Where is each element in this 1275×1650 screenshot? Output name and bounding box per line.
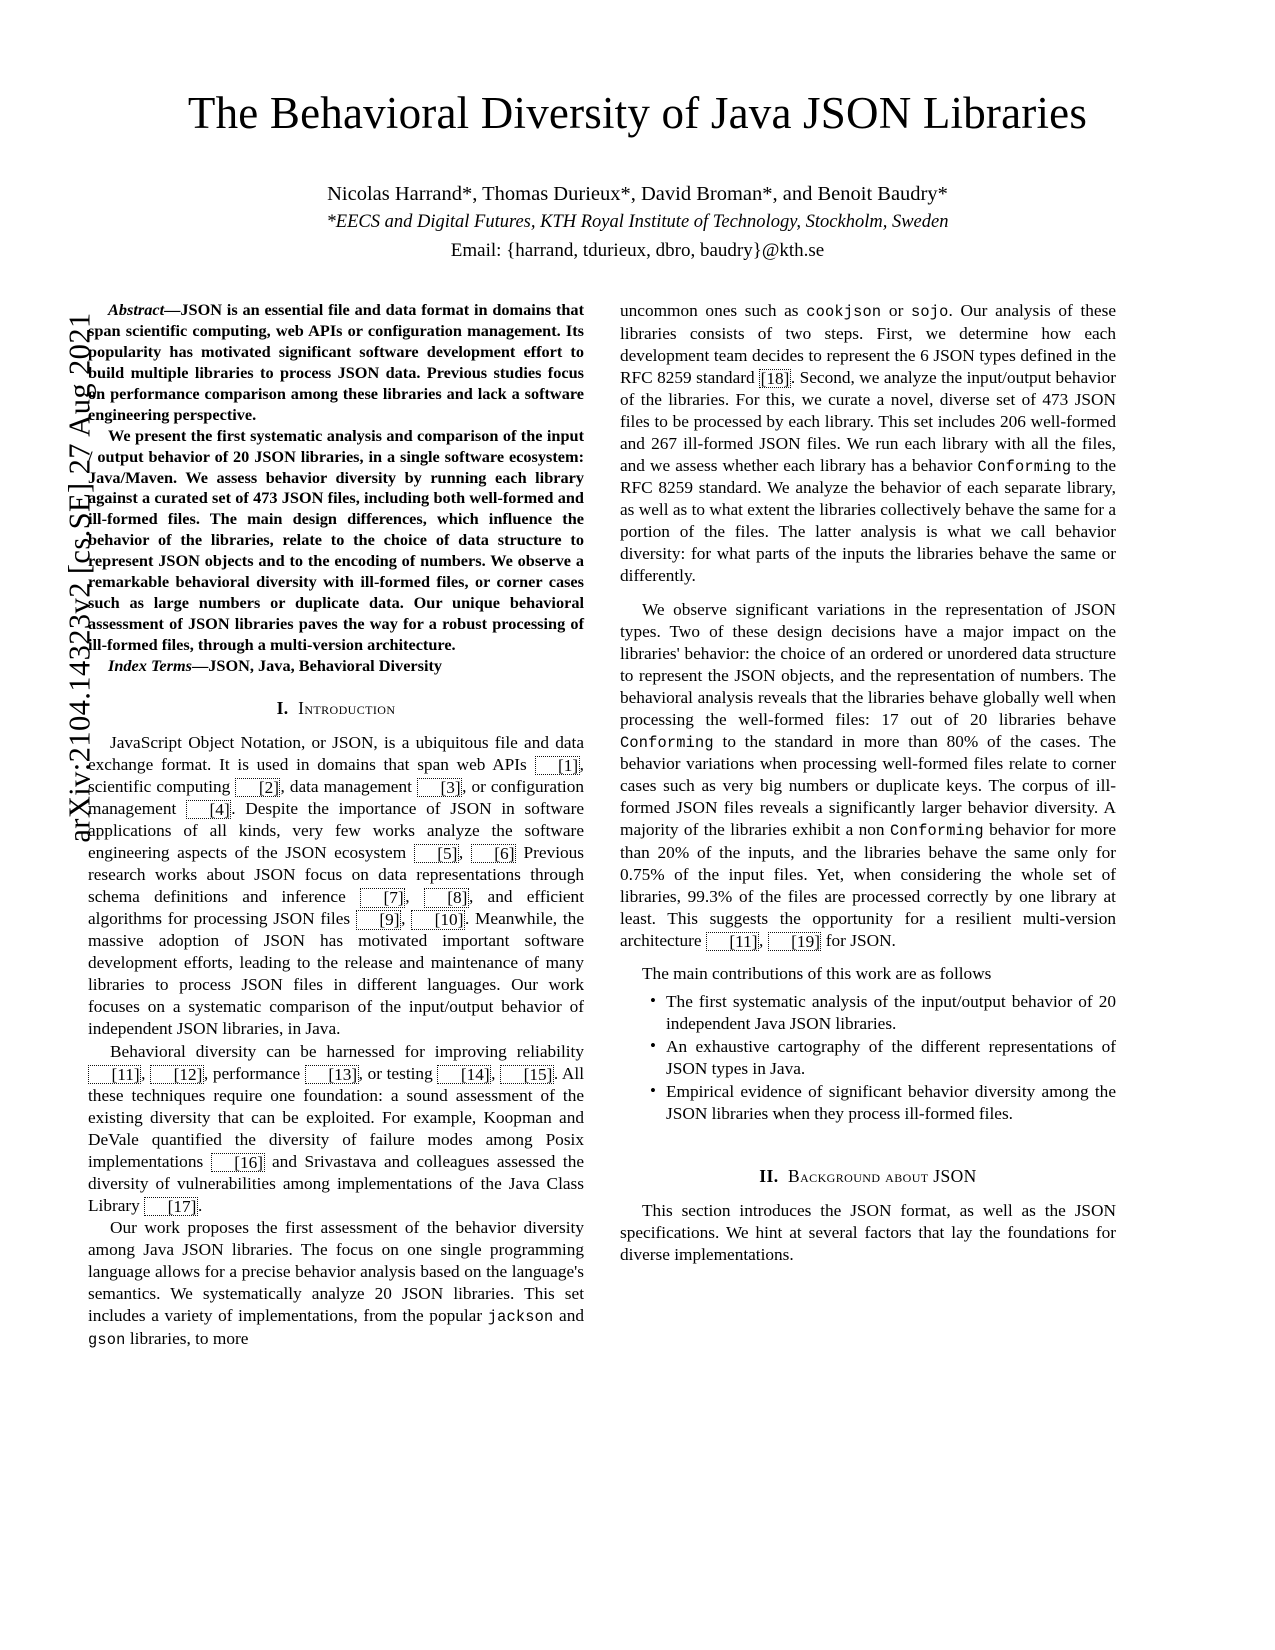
bullet-icon: •	[650, 1036, 656, 1056]
author-list: Nicolas Harrand*, Thomas Durieux*, David…	[327, 182, 948, 205]
section-title: Introduction	[298, 697, 396, 718]
text-run: ,	[458, 843, 471, 863]
title-block: The Behavioral Diversity of Java JSON Li…	[0, 0, 1275, 266]
citation-11[interactable]: [11]	[88, 1064, 142, 1084]
text-run: and	[553, 1306, 584, 1326]
index-terms-text: JSON, Java, Behavioral Diversity	[208, 655, 443, 675]
email-line: Email: {harrand, tdurieux, dbro, baudry}…	[450, 240, 825, 262]
background-paragraph-1: This section introduces the JSON format,…	[620, 1200, 1116, 1264]
text-run: . Meanwhile, the massive adoption of JSO…	[88, 909, 584, 1039]
intro-paragraph-3: Our work proposes the first assessment o…	[88, 1217, 584, 1350]
list-item: • Empirical evidence of significant behav…	[650, 1081, 1116, 1125]
library-name-jackson: jackson	[487, 1308, 554, 1327]
text-run: , data management	[280, 776, 417, 796]
two-column-body: Abstract—JSON is an essential file and d…	[0, 300, 1275, 1350]
citation-17[interactable]: [17]	[144, 1196, 198, 1217]
text-run: , performance	[203, 1063, 305, 1083]
library-name-cookjson: cookjson	[806, 303, 882, 321]
citation-18[interactable]: [18]	[759, 368, 791, 388]
citation-2[interactable]: [2]	[235, 777, 281, 798]
bullet-icon: •	[650, 991, 656, 1011]
text-run: ,	[401, 909, 412, 929]
text-run: libraries, to more	[125, 1328, 249, 1348]
list-item-label: The first systematic analysis of the inp…	[666, 992, 1116, 1034]
text-run: ,	[491, 1063, 501, 1083]
text-run: We observe significant variations in the…	[620, 599, 1116, 729]
behavior-conforming: Conforming	[889, 822, 984, 841]
paper-page: The Behavioral Diversity of Java JSON Li…	[0, 0, 1275, 1349]
list-item-label: Empirical evidence of significant behavi…	[666, 1082, 1116, 1124]
library-name-gson: gson	[88, 1330, 126, 1349]
library-name-sojo: sojo	[911, 303, 949, 321]
text-run: ,	[141, 1063, 151, 1083]
section-heading-background: II. Background about JSON	[620, 1166, 1116, 1187]
behavior-conforming: Conforming	[977, 457, 1072, 476]
citation-3[interactable]: [3]	[416, 777, 463, 798]
citation-15[interactable]: [15]	[500, 1064, 554, 1084]
affiliation: *EECS and Digital Futures, KTH Royal Ins…	[326, 212, 949, 233]
abstract-paragraph-2: We present the first systematic analysis…	[88, 425, 584, 654]
text-run: JavaScript Object Notation, or JSON, is …	[88, 732, 584, 774]
text-run: uncommon ones such as	[620, 301, 807, 320]
section-numeral: I.	[276, 697, 289, 718]
contributions-list: • The first systematic analysis of the in…	[620, 991, 1116, 1125]
citation-5[interactable]: [5]	[413, 844, 459, 864]
citation-7[interactable]: [7]	[360, 888, 406, 908]
text-run: for JSON.	[821, 931, 896, 951]
text-run: ,	[405, 887, 424, 907]
citation-16[interactable]: [16]	[210, 1152, 265, 1173]
section-title: Background about JSON	[788, 1165, 977, 1186]
abstract-dash: —	[164, 300, 181, 319]
right-column: uncommon ones such as cookjson or sojo. …	[620, 300, 1116, 1350]
index-terms-paragraph: Index Terms—JSON, Java, Behavioral Diver…	[88, 656, 584, 677]
text-run: , or testing	[358, 1063, 438, 1083]
citation-8[interactable]: [8]	[423, 888, 469, 908]
behavior-conforming: Conforming	[620, 733, 714, 752]
intro-paragraph-3-continued: uncommon ones such as cookjson or sojo. …	[620, 300, 1116, 588]
index-terms-label: Index Terms	[108, 655, 192, 675]
citation-19[interactable]: [19]	[767, 932, 822, 952]
citation-10[interactable]: [10]	[411, 910, 465, 930]
citation-14[interactable]: [14]	[437, 1064, 492, 1084]
left-column: Abstract—JSON is an essential file and d…	[88, 300, 584, 1350]
intro-paragraph-4: We observe significant variations in the…	[620, 599, 1116, 953]
text-run: or	[881, 301, 911, 320]
index-terms-dash: —	[191, 655, 209, 675]
section-numeral: II.	[759, 1165, 779, 1186]
section-heading-introduction: I. Introduction	[88, 698, 584, 719]
citation-1[interactable]: [1]	[534, 755, 580, 776]
citation-4[interactable]: [4]	[186, 800, 232, 820]
text-run: Behavioral diversity can be harnessed fo…	[110, 1041, 584, 1061]
intro-paragraph-2: Behavioral diversity can be harnessed fo…	[88, 1041, 584, 1217]
page-title: The Behavioral Diversity of Java JSON Li…	[187, 88, 1088, 138]
bullet-icon: •	[650, 1081, 656, 1101]
citation-9[interactable]: [9]	[355, 910, 402, 930]
intro-paragraph-1: JavaScript Object Notation, or JSON, is …	[88, 732, 584, 1041]
abstract-label: Abstract	[108, 300, 165, 319]
citation-12[interactable]: [12]	[150, 1064, 204, 1084]
list-item-label: An exhaustive cartography of the differe…	[666, 1037, 1116, 1079]
citation-13[interactable]: [13]	[304, 1064, 359, 1084]
text-run: ,	[759, 931, 768, 951]
list-item: • An exhaustive cartography of the differ…	[650, 1036, 1116, 1080]
contributions-intro: The main contributions of this work are …	[642, 964, 992, 984]
list-item: • The first systematic analysis of the in…	[650, 991, 1116, 1035]
text-run: .	[197, 1195, 203, 1215]
citation-6[interactable]: [6]	[470, 844, 516, 864]
abstract-paragraph-1: Abstract—JSON is an essential file and d…	[88, 300, 584, 426]
citation-11[interactable]: [11]	[705, 932, 760, 952]
